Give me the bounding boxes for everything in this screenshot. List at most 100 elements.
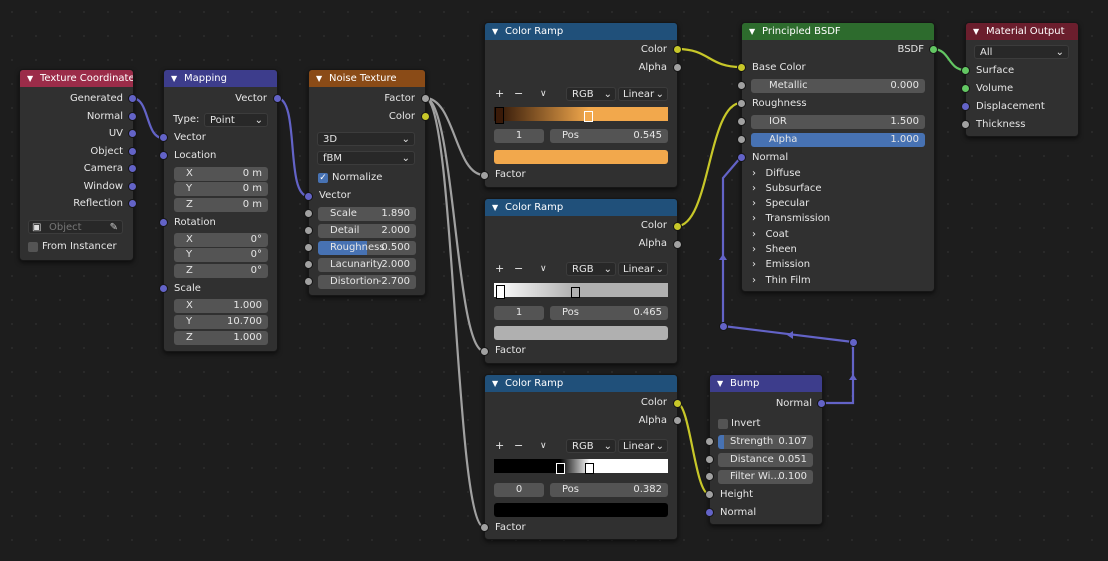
remove-stop-button[interactable]: − — [514, 439, 523, 453]
socket-filter-width[interactable] — [705, 472, 714, 481]
reroute-point[interactable] — [849, 338, 858, 347]
chevron-down-icon[interactable]: ▼ — [749, 23, 755, 40]
node-header[interactable]: ▼ Material Output — [966, 23, 1078, 40]
invert-checkbox[interactable] — [718, 419, 728, 429]
gradient-bar[interactable] — [494, 459, 668, 473]
color-ramp-node-3[interactable]: ▼ Color Ramp Color Alpha + − ∨ RGB ⌄ Linea… — [484, 374, 678, 540]
socket-roughness[interactable] — [737, 99, 746, 108]
chevron-down-icon[interactable]: ▼ — [492, 23, 498, 40]
location-y-field[interactable]: Y 0 m — [174, 182, 268, 196]
noise-texture-node[interactable]: ▼ Noise Texture Factor Color 3D ⌄ fBM ⌄ ✓ N… — [308, 69, 426, 296]
socket-mapping-vector-in[interactable] — [159, 133, 168, 142]
bump-node[interactable]: ▼ Bump Normal Invert Strength 0.107 Distan… — [709, 374, 823, 525]
socket-bsdf-normal[interactable] — [737, 153, 746, 162]
panel-thin-film[interactable]: › Thin Film — [752, 274, 811, 288]
socket-bsdf-out[interactable] — [929, 45, 938, 54]
node-header[interactable]: ▼ Texture Coordinate — [20, 70, 133, 87]
roughness-field[interactable]: Roughness 0.500 — [318, 241, 416, 255]
socket-ramp3-factor[interactable] — [480, 523, 489, 532]
socket-generated[interactable] — [128, 94, 137, 103]
node-header[interactable]: ▼ Color Ramp — [485, 375, 677, 392]
scale-field[interactable]: Scale 1.890 — [318, 207, 416, 221]
lacunarity-field[interactable]: Lacunarity 2.000 — [318, 258, 416, 272]
location-z-field[interactable]: Z 0 m — [174, 198, 268, 212]
chevron-down-icon[interactable]: ▼ — [717, 375, 723, 392]
mapping-node[interactable]: ▼ Mapping Vector Type: Point ⌄ Vector Loca… — [163, 69, 278, 352]
add-stop-button[interactable]: + — [495, 87, 504, 101]
object-field[interactable]: ▣ Object ✎ — [28, 220, 123, 234]
stop-pos-field[interactable]: Pos 0.545 — [550, 129, 668, 143]
stop-index-field[interactable]: 1 — [494, 306, 544, 320]
socket-bump-normal-in[interactable] — [705, 508, 714, 517]
socket-reflection[interactable] — [128, 199, 137, 208]
node-header[interactable]: ▼ Color Ramp — [485, 23, 677, 40]
from-instancer-checkbox[interactable] — [28, 242, 38, 252]
gradient-bar[interactable] — [494, 283, 668, 297]
socket-noise-roughness[interactable] — [304, 243, 313, 252]
target-dropdown[interactable]: All ⌄ — [974, 45, 1069, 59]
socket-ramp1-factor[interactable] — [480, 171, 489, 180]
socket-height[interactable] — [705, 490, 714, 499]
socket-uv[interactable] — [128, 129, 137, 138]
add-stop-button[interactable]: + — [495, 262, 504, 276]
interpolation-dropdown[interactable]: Linear ⌄ — [618, 439, 668, 453]
panel-subsurface[interactable]: › Subsurface — [752, 182, 822, 196]
socket-noise-distortion[interactable] — [304, 277, 313, 286]
scale-y-field[interactable]: Y 10.700 — [174, 315, 268, 329]
strength-field[interactable]: Strength 0.107 — [718, 435, 813, 449]
socket-ramp1-color[interactable] — [673, 45, 682, 54]
socket-rotation[interactable] — [159, 218, 168, 227]
remove-stop-button[interactable]: − — [514, 262, 523, 276]
color-ramp-node-1[interactable]: ▼ Color Ramp Color Alpha + − ∨ RGB ⌄ Linea… — [484, 22, 678, 188]
filter-width-field[interactable]: Filter Wi... 0.100 — [718, 470, 813, 484]
socket-strength[interactable] — [705, 437, 714, 446]
chevron-down-icon[interactable]: ▼ — [973, 23, 979, 40]
socket-noise-lacunarity[interactable] — [304, 260, 313, 269]
socket-noise-vector[interactable] — [304, 192, 313, 201]
interpolation-dropdown[interactable]: Linear ⌄ — [618, 262, 668, 276]
node-header[interactable]: ▼ Principled BSDF — [742, 23, 934, 40]
metallic-field[interactable]: Metallic 0.000 — [751, 79, 925, 93]
socket-alpha[interactable] — [737, 135, 746, 144]
chevron-down-icon[interactable]: ▼ — [171, 70, 177, 87]
type-dropdown[interactable]: Point ⌄ — [204, 113, 268, 127]
material-output-node[interactable]: ▼ Material Output All ⌄ Surface Volume Dis… — [965, 22, 1079, 137]
rotation-x-field[interactable]: X 0° — [174, 233, 268, 247]
stop-pos-field[interactable]: Pos 0.382 — [550, 483, 668, 497]
socket-ramp3-alpha[interactable] — [673, 416, 682, 425]
node-header[interactable]: ▼ Mapping — [164, 70, 277, 87]
socket-object[interactable] — [128, 147, 137, 156]
node-header[interactable]: ▼ Bump — [710, 375, 822, 392]
stop-marker-0[interactable] — [495, 107, 504, 124]
socket-thickness[interactable] — [961, 120, 970, 129]
stop-marker-1[interactable] — [584, 111, 593, 122]
panel-diffuse[interactable]: › Diffuse — [752, 167, 801, 181]
color-mode-dropdown[interactable]: RGB ⌄ — [566, 262, 616, 276]
color-mode-dropdown[interactable]: RGB ⌄ — [566, 87, 616, 101]
dimensions-dropdown[interactable]: 3D ⌄ — [317, 132, 415, 146]
remove-stop-button[interactable]: − — [514, 87, 523, 101]
socket-window[interactable] — [128, 182, 137, 191]
panel-sheen[interactable]: › Sheen — [752, 243, 797, 257]
socket-camera[interactable] — [128, 164, 137, 173]
stop-color-swatch[interactable] — [494, 150, 668, 164]
socket-base-color[interactable] — [737, 63, 746, 72]
stop-index-field[interactable]: 1 — [494, 129, 544, 143]
socket-ramp2-alpha[interactable] — [673, 240, 682, 249]
ramp-menu-chevron-icon[interactable]: ∨ — [540, 87, 547, 101]
socket-noise-color[interactable] — [421, 112, 430, 121]
node-header[interactable]: ▼ Color Ramp — [485, 199, 677, 216]
socket-metallic[interactable] — [737, 81, 746, 90]
panel-emission[interactable]: › Emission — [752, 258, 810, 272]
color-ramp-node-2[interactable]: ▼ Color Ramp Color Alpha + − ∨ RGB ⌄ Linea… — [484, 198, 678, 364]
normalize-checkbox[interactable]: ✓ — [318, 173, 328, 183]
alpha-field[interactable]: Alpha 1.000 — [751, 133, 925, 147]
stop-marker-0[interactable] — [496, 285, 505, 299]
socket-ramp2-factor[interactable] — [480, 347, 489, 356]
socket-normal[interactable] — [128, 112, 137, 121]
chevron-down-icon[interactable]: ▼ — [492, 199, 498, 216]
texture-coordinate-node[interactable]: ▼ Texture Coordinate Generated Normal UV … — [19, 69, 134, 261]
socket-noise-detail[interactable] — [304, 226, 313, 235]
socket-location[interactable] — [159, 151, 168, 160]
stop-pos-field[interactable]: Pos 0.465 — [550, 306, 668, 320]
